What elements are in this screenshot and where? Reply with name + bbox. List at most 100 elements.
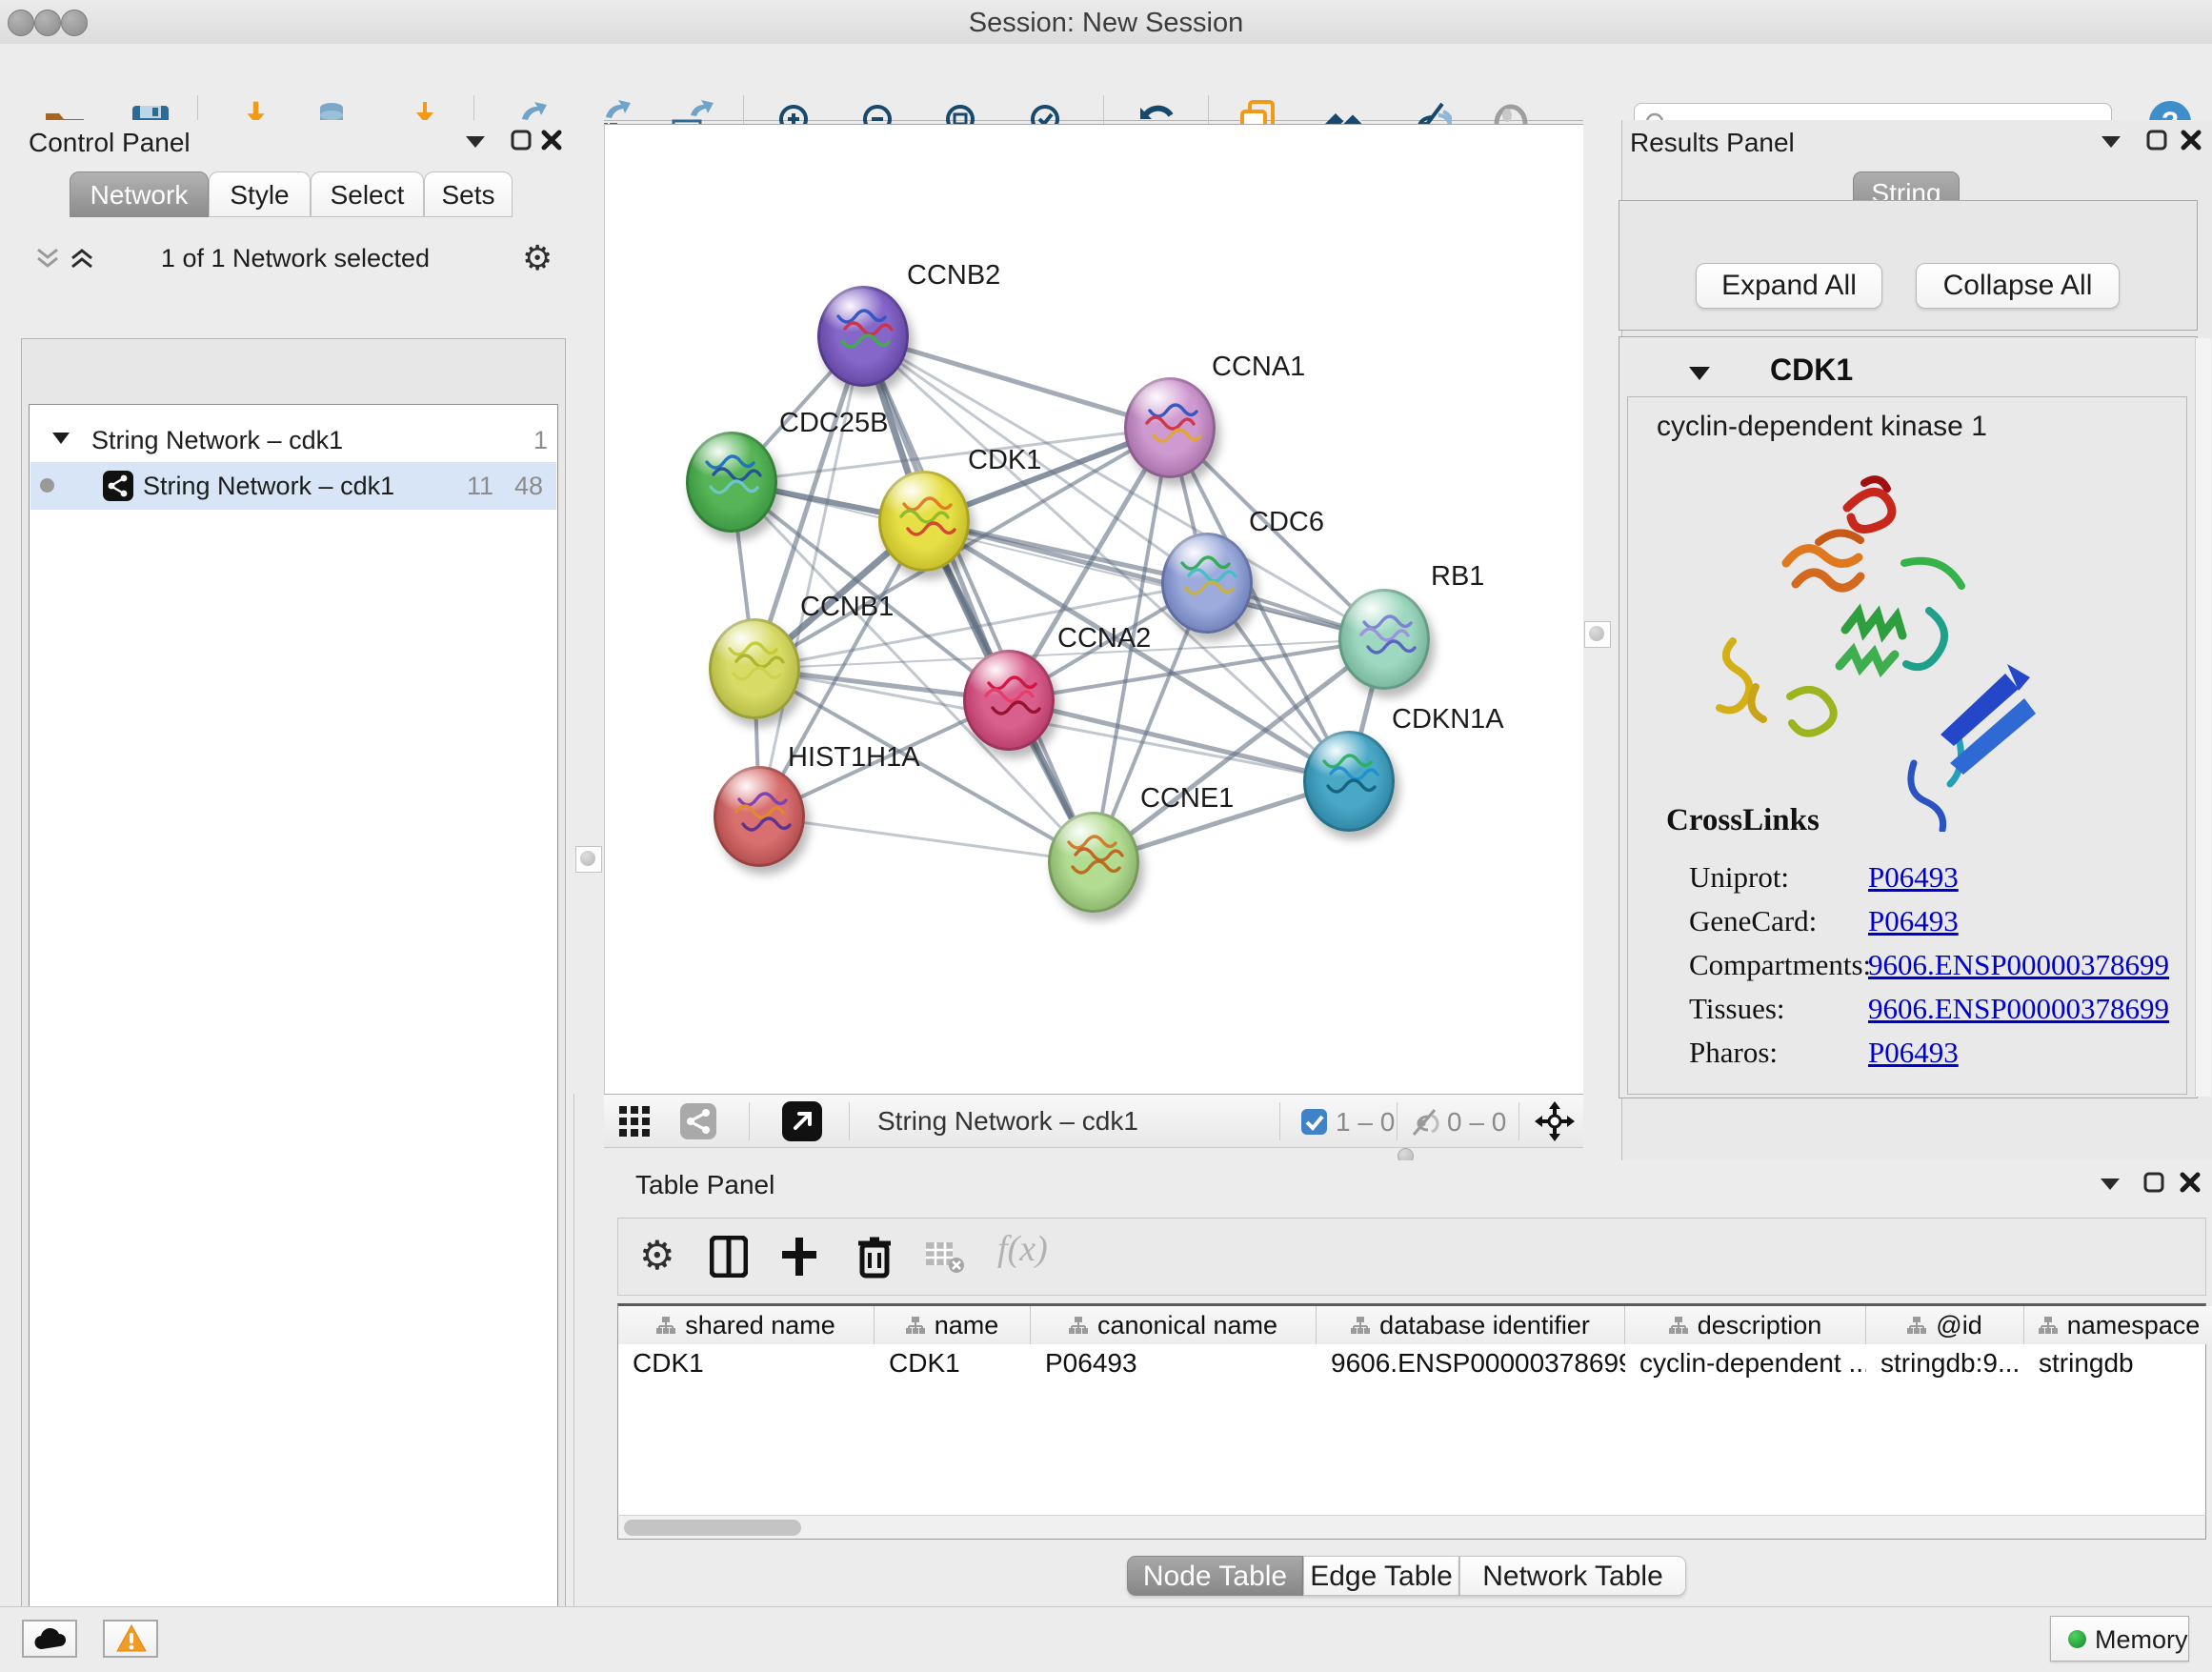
tab-network-table[interactable]: Network Table [1459,1556,1686,1596]
node-label-ccna2: CCNA2 [1057,623,1151,655]
network-node-ccne1[interactable] [1048,812,1139,913]
title-bar: Session: New Session [0,0,2212,45]
network-options-gear-icon[interactable]: ⚙ [522,238,553,278]
crosslink-value-link[interactable]: P06493 [1868,904,1959,938]
network-node-ccna2[interactable] [963,650,1055,751]
crosslink-label: Uniprot: [1689,860,1789,894]
expand-all-button[interactable]: Expand All [1696,263,1882,309]
warning-icon [116,1624,147,1653]
pan-crosshair-icon[interactable] [1535,1101,1575,1141]
tab-select[interactable]: Select [311,171,424,217]
memory-button[interactable]: Memory [2050,1616,2189,1662]
network-canvas[interactable]: CCNB2CCNA1CDC25BCDK1CDC6RB1CCNB1CCNA2CDK… [604,124,1584,1095]
panel-close-icon[interactable] [2181,130,2202,151]
panel-float-icon[interactable] [2146,130,2167,151]
tab-edge-table[interactable]: Edge Table [1303,1556,1459,1596]
crosslink-value-link[interactable]: 9606.ENSP00000378699 [1868,992,2169,1026]
panel-close-icon[interactable] [2180,1172,2201,1193]
network-node-ccnb2[interactable] [817,286,909,387]
crosslink-row: Tissues:9606.ENSP00000378699 [1689,992,2175,1026]
column-header-shared-name[interactable]: shared name [618,1306,875,1344]
column-header-name[interactable]: name [875,1306,1031,1344]
network-row-selected[interactable]: String Network – cdk1 11 48 [30,462,556,510]
tab-network[interactable]: Network [70,171,209,217]
panel-collapse-icon[interactable] [465,135,486,149]
column-header-canonical-name[interactable]: canonical name [1031,1306,1317,1344]
table-hscrollbar[interactable] [617,1515,2206,1540]
left-splitter[interactable] [573,120,604,1094]
crosslink-row: GeneCard:P06493 [1689,904,2175,938]
node-label-ccne1: CCNE1 [1140,783,1234,815]
network-node-ccnb1[interactable] [709,618,800,719]
network-node-hist1h1a[interactable] [714,766,805,867]
collapse-all-networks-icon[interactable] [34,248,61,269]
table-cell[interactable]: P06493 [1031,1344,1317,1382]
crosslink-value-link[interactable]: P06493 [1868,1036,1959,1070]
network-node-cdkn1a[interactable] [1303,731,1395,832]
panel-collapse-icon[interactable] [2101,135,2122,149]
selected-checkbox-icon[interactable] [1301,1109,1327,1135]
tab-sets[interactable]: Sets [424,171,513,217]
table-cell[interactable]: cyclin-dependent ... [1625,1344,1866,1382]
network-node-rb1[interactable] [1338,589,1430,690]
expand-all-networks-icon[interactable] [69,248,95,269]
toolbar-separator [849,1102,850,1140]
tree-expander-icon[interactable] [51,432,70,445]
column-header-database-identifier[interactable]: database identifier [1317,1306,1625,1344]
control-panel-title: Control Panel [29,128,191,158]
status-bar: Memory [0,1606,2212,1672]
tab-node-table[interactable]: Node Table [1127,1556,1303,1596]
table-cell[interactable]: stringdb [2024,1344,2212,1382]
grid-view-icon[interactable] [618,1105,651,1138]
node-label-cdkn1a: CDKN1A [1392,704,1504,735]
node-table[interactable]: shared namenamecanonical namedatabase id… [617,1303,2206,1540]
table-hscrollbar-thumb[interactable] [624,1520,801,1536]
panel-collapse-icon[interactable] [2100,1178,2121,1191]
node-label-ccna1: CCNA1 [1212,352,1305,383]
node-label-cdc6: CDC6 [1249,507,1324,538]
crosslink-value-link[interactable]: 9606.ENSP00000378699 [1868,948,2169,982]
show-columns-icon[interactable] [710,1236,748,1278]
main-toolbar: ? [0,44,2212,121]
right-splitter-handle[interactable] [1584,621,1611,648]
table-cell[interactable]: CDK1 [875,1344,1031,1382]
memory-label: Memory [2095,1625,2188,1655]
collapse-all-button[interactable]: Collapse All [1916,263,2120,309]
column-header-description[interactable]: description [1625,1306,1866,1344]
delete-column-icon[interactable] [855,1234,895,1279]
crosslink-row: Pharos:P06493 [1689,1036,2175,1070]
panel-float-icon[interactable] [511,130,532,151]
section-collapse-icon[interactable] [1688,366,1711,381]
table-cell[interactable]: CDK1 [618,1344,875,1382]
section-title[interactable]: CDK1 [1770,353,1853,388]
panel-close-icon[interactable] [541,130,562,151]
panel-float-icon[interactable] [2143,1172,2164,1193]
table-cell[interactable]: stringdb:9... [1866,1344,2024,1382]
crosslink-row: Compartments:9606.ENSP00000378699 [1689,948,2175,982]
network-collection-row[interactable]: String Network – cdk1 1 [30,418,556,464]
open-in-window-icon[interactable] [782,1101,822,1141]
table-cell[interactable]: 9606.ENSP00000378699 [1317,1344,1625,1382]
node-label-cdk1: CDK1 [968,445,1041,476]
table-options-gear-icon[interactable]: ⚙ [639,1232,675,1279]
hidden-elements-icon [1407,1106,1441,1138]
cloud-button[interactable] [22,1620,77,1658]
network-node-layer: CCNB2CCNA1CDC25BCDK1CDC6RB1CCNB1CCNA2CDK… [605,125,1584,1095]
network-node-cdk1[interactable] [878,471,970,572]
network-node-cdc6[interactable] [1161,533,1253,634]
tab-style[interactable]: Style [209,171,311,217]
create-column-icon[interactable] [778,1234,820,1279]
crosslink-value-link[interactable]: P06493 [1868,860,1959,895]
node-label-ccnb1: CCNB1 [800,592,894,623]
warning-button[interactable] [103,1620,158,1658]
toolbar-separator [1397,1102,1398,1140]
node-label-cdc25b: CDC25B [779,408,888,439]
results-scrollbar[interactable] [2195,338,2211,1097]
column-header-namespace[interactable]: namespace [2024,1306,2212,1344]
network-view-mode-icon[interactable] [680,1103,716,1139]
network-node-cdc25b[interactable] [686,432,777,533]
function-builder-icon: f(x) [997,1228,1048,1270]
column-header--id[interactable]: @id [1866,1306,2024,1344]
network-node-ccna1[interactable] [1124,377,1216,478]
left-splitter-handle[interactable] [575,846,602,873]
